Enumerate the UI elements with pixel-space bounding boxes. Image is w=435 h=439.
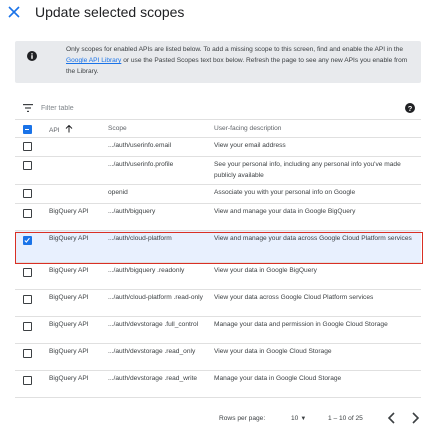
row-description: Manage your data in Google Cloud Storage	[214, 375, 342, 382]
notice-text-part: Only scopes for enabled APIs are listed …	[66, 46, 404, 53]
row-scope: .../auth/devstorage .read_write	[108, 375, 198, 382]
svg-text:?: ?	[408, 104, 413, 113]
next-page-button[interactable]	[407, 410, 423, 426]
row-description: View your email address	[214, 142, 286, 149]
row-scope: .../auth/devstorage .read_only	[108, 348, 196, 355]
row-description: View your data in Google BigQuery	[214, 267, 317, 274]
rows-per-page-select[interactable]: 10 ▼	[291, 415, 306, 422]
row-checkbox[interactable]	[23, 161, 32, 170]
info-icon	[27, 51, 37, 61]
row-checkbox[interactable]	[23, 209, 32, 218]
api-library-link[interactable]: Google API Library	[66, 57, 121, 64]
rows-per-page-label: Rows per page:	[219, 415, 266, 422]
row-api: BigQuery API	[49, 208, 89, 215]
row-checkbox[interactable]	[23, 189, 32, 198]
row-checkbox[interactable]	[23, 376, 32, 385]
row-checkbox[interactable]	[23, 295, 32, 304]
row-api: BigQuery API	[49, 294, 89, 301]
filter-bar: ?	[15, 96, 421, 120]
info-notice: Only scopes for enabled APIs are listed …	[15, 41, 421, 83]
table-row[interactable]: BigQuery API .../auth/devstorage .read_on…	[15, 344, 421, 371]
selected-row-highlight	[15, 232, 423, 264]
row-description: Associate you with your personal info on…	[214, 189, 356, 196]
notice-text: Only scopes for enabled APIs are listed …	[66, 44, 416, 77]
table-row[interactable]: BigQuery API .../auth/bigquery .readonly V…	[15, 263, 421, 290]
row-scope: .../auth/bigquery	[108, 208, 156, 215]
row-checkbox[interactable]	[23, 322, 32, 331]
select-all-checkbox[interactable]	[23, 125, 32, 134]
row-api: BigQuery API	[49, 348, 89, 355]
row-checkbox[interactable]	[23, 349, 32, 358]
sort-arrow-up-icon[interactable]	[65, 124, 73, 133]
row-api: BigQuery API	[49, 267, 89, 274]
row-scope: .../auth/bigquery .readonly	[108, 267, 185, 274]
row-scope: .../auth/cloud-platform .read-only	[108, 294, 203, 301]
filter-input[interactable]	[41, 101, 341, 115]
row-scope: .../auth/userinfo.profile	[108, 161, 174, 168]
table-row[interactable]: BigQuery API .../auth/devstorage .read_wr…	[15, 371, 421, 398]
table-body: .../auth/userinfo.email View your email a…	[15, 138, 421, 398]
api-column-header[interactable]: API	[49, 124, 73, 134]
row-description: Manage your data and permission in Googl…	[214, 321, 388, 328]
row-api: BigQuery API	[49, 375, 89, 382]
row-scope: .../auth/userinfo.email	[108, 142, 172, 149]
row-description: See your personal info, including any pe…	[214, 161, 401, 179]
close-icon[interactable]	[6, 4, 22, 20]
scope-column-header: Scope	[108, 125, 127, 132]
row-scope: .../auth/devstorage .full_control	[108, 321, 199, 328]
rows-per-page-value: 10	[291, 415, 299, 422]
row-description: View and manage your data in Google BigQ…	[214, 208, 356, 215]
pagination-range: 1 – 10 of 25	[328, 415, 363, 422]
table-row[interactable]: BigQuery API .../auth/bigquery View and ma…	[15, 204, 421, 231]
table-row[interactable]: BigQuery API .../auth/cloud-platform .rea…	[15, 290, 421, 317]
pagination-footer: Rows per page: 10 ▼ 1 – 10 of 25	[15, 409, 421, 429]
dropdown-arrow-icon: ▼	[300, 416, 307, 422]
dialog-title: Update selected scopes	[35, 4, 185, 20]
row-api: BigQuery API	[49, 321, 89, 328]
api-header-label: API	[49, 127, 60, 134]
row-scope: openid	[108, 189, 128, 196]
row-checkbox[interactable]	[23, 142, 32, 151]
row-description: View your data across Google Cloud Platf…	[214, 294, 374, 301]
table-row[interactable]: openid Associate you with your personal i…	[15, 185, 421, 204]
row-description: View your data in Google Cloud Storage	[214, 348, 332, 355]
row-checkbox[interactable]	[23, 268, 32, 277]
table-row[interactable]: .../auth/userinfo.email View your email a…	[15, 138, 421, 157]
table-row[interactable]: BigQuery API .../auth/devstorage .full_co…	[15, 317, 421, 344]
help-icon[interactable]: ?	[405, 103, 415, 113]
table-row[interactable]: .../auth/userinfo.profile See your person…	[15, 157, 421, 185]
description-column-header: User-facing description	[214, 125, 282, 132]
dialog-header: Update selected scopes	[0, 0, 435, 26]
filter-icon[interactable]	[23, 104, 33, 112]
table-header: API Scope User-facing description	[15, 120, 421, 138]
previous-page-button[interactable]	[384, 410, 400, 426]
